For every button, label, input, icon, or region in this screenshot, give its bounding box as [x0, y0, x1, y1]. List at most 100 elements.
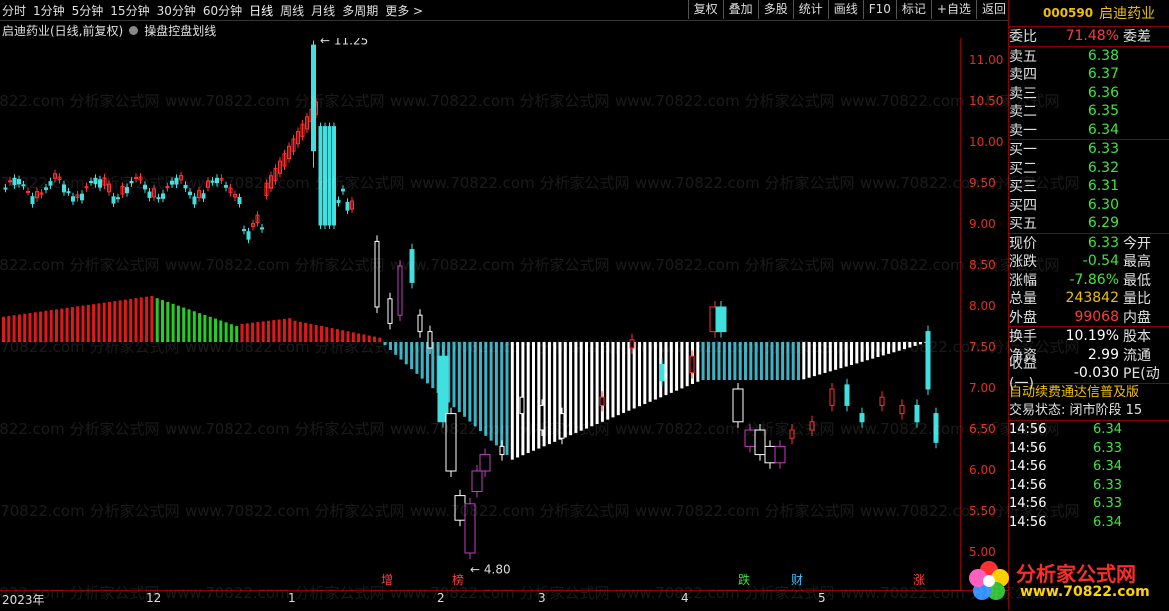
period-tab[interactable]: 周线 — [280, 2, 304, 19]
tool-button[interactable]: +自选 — [930, 0, 976, 19]
indicator-bar — [887, 342, 891, 354]
candle-body — [201, 193, 206, 199]
event-mark[interactable]: 财 — [791, 573, 803, 587]
candle-body — [732, 388, 744, 423]
indicator-dot-icon[interactable] — [129, 25, 139, 35]
period-tab[interactable]: 分时 — [2, 2, 26, 19]
indicator-bar — [871, 342, 875, 359]
quote-row: 买一 6.33 — [1009, 140, 1169, 159]
indicator-bar — [786, 342, 790, 380]
candle-body — [174, 177, 179, 185]
row-label: 卖一 — [1009, 122, 1037, 139]
candle-body — [188, 191, 192, 196]
indicator-bar — [166, 301, 170, 342]
event-mark[interactable]: 榜 — [452, 572, 464, 587]
period-tab[interactable]: 日线 — [249, 2, 273, 19]
candle-body — [397, 265, 403, 316]
kline-chart[interactable]: ← 11.25 ← 4.80 增 榜 跌 财 涨 — [0, 25, 960, 590]
event-mark[interactable]: 跌 — [738, 572, 750, 587]
indicator-bar — [701, 342, 705, 380]
candle-body — [844, 384, 850, 406]
indicator-bar — [198, 313, 202, 342]
candle-body — [89, 181, 93, 184]
row-label: 买一 — [1009, 142, 1037, 159]
candle-body — [471, 470, 483, 492]
high-price-label: ← 11.25 — [320, 38, 368, 48]
candle-body — [12, 177, 17, 186]
period-tab[interactable]: 60分钟 — [203, 2, 242, 19]
period-tab[interactable]: 15分钟 — [110, 2, 149, 19]
row-ext-label: 最低 — [1123, 272, 1151, 289]
indicator-bar — [97, 303, 101, 342]
indicator-bar — [479, 342, 482, 432]
indicator-bar — [224, 322, 228, 342]
indicator-bar — [330, 328, 334, 342]
price-tick-label: 11.00 — [969, 53, 1004, 67]
indicator-bar — [7, 315, 11, 342]
candle-body — [427, 331, 433, 349]
period-tab[interactable]: 月线 — [311, 2, 335, 19]
candle-body — [715, 306, 727, 333]
indicator-bar — [722, 342, 726, 380]
indicator-bar — [770, 342, 774, 380]
period-tab[interactable]: 1分钟 — [33, 2, 65, 19]
row-label: 现价 — [1009, 235, 1037, 252]
indicator-bar — [643, 342, 647, 405]
row-value: -0.030 — [1073, 365, 1119, 382]
event-mark[interactable]: 涨 — [913, 572, 925, 587]
indicator-bar — [208, 316, 212, 342]
indicator-bar — [797, 342, 800, 380]
chart-title: 启迪药业(日线,前复权) — [2, 23, 124, 38]
period-tab[interactable]: 更多 > — [385, 2, 423, 19]
tool-button[interactable]: 画线 — [827, 0, 863, 19]
kline-svg[interactable]: ← 11.25 ← 4.80 增 榜 跌 财 涨 — [0, 25, 960, 590]
row-value: 6.36 — [1087, 84, 1119, 101]
indicator-bar — [325, 327, 329, 342]
tool-button[interactable]: 叠加 — [722, 0, 758, 19]
indicator-bar — [309, 323, 313, 342]
tool-button[interactable]: 多股 — [757, 0, 793, 19]
tick-list[interactable]: 14:56 6.34 14:56 6.33 14:56 6.34 14:56 6.33 14:5… — [1009, 419, 1169, 532]
quote-panel: 000590 启迪药业 委比 71.48% 委差 卖五 6.38 卖四 6.37 卖三 6… — [1008, 0, 1169, 610]
indicator-bar — [245, 323, 249, 342]
sell-orders: 卖五 6.38 卖四 6.37 卖三 6.36 卖二 6.35 卖一 6.34 — [1009, 45, 1169, 140]
indicator-bar — [733, 342, 737, 380]
indicator-bar — [738, 342, 742, 380]
indicator-bar — [229, 324, 233, 342]
period-tab[interactable]: 多周期 — [342, 2, 378, 19]
indicator-bar — [791, 342, 795, 380]
tool-button[interactable]: 复权 — [687, 0, 723, 19]
tool-button[interactable]: F10 — [862, 0, 896, 19]
quote-row: 买四 6.30 — [1009, 196, 1169, 215]
tick-price: 6.34 — [1093, 459, 1122, 475]
row-label: 买五 — [1009, 216, 1037, 233]
row-label: 买四 — [1009, 197, 1037, 214]
quote-row: 换手 10.19% 股本 — [1009, 327, 1169, 346]
period-tab[interactable]: 5分钟 — [72, 2, 104, 19]
price-tick-label: 8.50 — [969, 258, 996, 272]
tick-row: 14:56 6.33 — [1009, 495, 1169, 514]
tick-time: 14:56 — [1009, 477, 1047, 493]
period-tab[interactable]: 30分钟 — [157, 2, 196, 19]
event-mark[interactable]: 增 — [381, 573, 393, 587]
tool-button[interactable]: 统计 — [792, 0, 828, 19]
price-tick-label: 9.00 — [969, 217, 996, 231]
indicator-name[interactable]: 操盘控盘划线 — [144, 22, 216, 39]
candle-body — [161, 193, 165, 199]
indicator-bar — [611, 342, 615, 418]
tool-button[interactable]: 标记 — [895, 0, 931, 19]
indicator-bar — [251, 322, 255, 342]
indicator-bar — [606, 342, 610, 420]
tool-button[interactable]: 返回 — [975, 0, 1011, 19]
tick-time: 14:56 — [1009, 459, 1047, 475]
quote-row: 卖二 6.35 — [1009, 102, 1169, 121]
indicator-bar — [680, 342, 684, 389]
indicator-bar — [500, 342, 504, 451]
candle-body — [8, 180, 12, 183]
date-tick-label: 1 — [288, 591, 296, 605]
candle-body — [26, 190, 30, 193]
logo-url: www.70822.com — [1020, 584, 1150, 600]
indicator-bar — [903, 342, 906, 350]
candle-body — [689, 355, 695, 374]
indicator-bar — [155, 298, 159, 342]
